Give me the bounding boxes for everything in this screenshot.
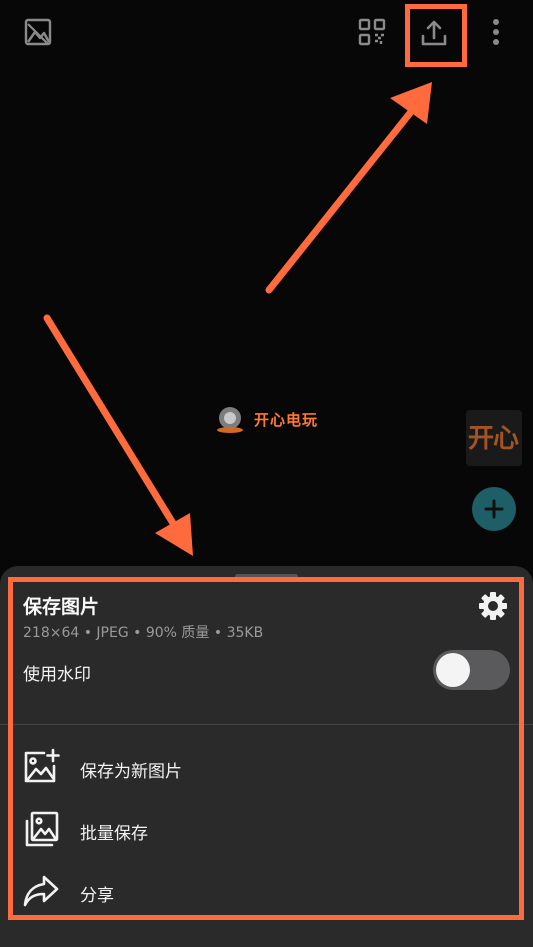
plus-icon	[484, 499, 504, 519]
annotation-highlight-share	[405, 4, 467, 67]
add-button[interactable]	[472, 487, 516, 531]
watermark-side-text: 开心	[468, 424, 519, 454]
more-vertical-icon[interactable]	[484, 16, 508, 48]
image-icon[interactable]	[22, 16, 54, 48]
watermark-text: 开心电玩	[254, 410, 319, 429]
annotation-highlight-sheet	[8, 577, 524, 920]
watermark-logo: 开心电玩	[214, 404, 318, 434]
watermark-side: 开心	[466, 410, 522, 466]
mascot-icon	[217, 407, 243, 433]
qr-code-icon[interactable]	[355, 15, 389, 49]
